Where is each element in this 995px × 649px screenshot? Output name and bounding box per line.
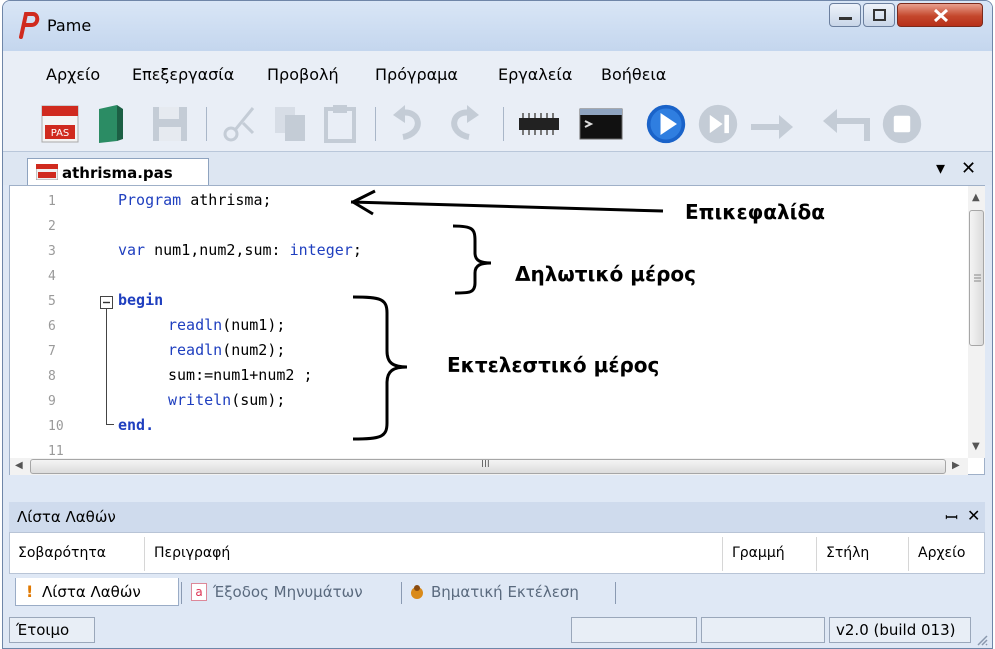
bug-icon xyxy=(411,585,423,599)
tab-step-execution[interactable]: Βηματική Εκτέλεση xyxy=(407,578,613,606)
declarative-brace xyxy=(452,224,492,295)
panel-close-icon[interactable]: ✕ xyxy=(967,506,980,525)
column-severity[interactable]: Σοβαρότητα xyxy=(18,545,106,561)
tab-error-list-label: Λίστα Λαθών xyxy=(42,583,141,601)
resize-grip-icon[interactable] xyxy=(975,633,989,647)
column-line[interactable]: Γραμμή xyxy=(732,545,785,561)
column-description[interactable]: Περιγραφή xyxy=(154,545,230,561)
column-separator xyxy=(816,537,817,571)
column-file[interactable]: Αρχείο xyxy=(918,545,965,561)
annotation-heading: Επικεφαλίδα xyxy=(685,200,825,224)
heading-arrow xyxy=(350,189,664,216)
annotation-executive: Εκτελεστικό μέρος xyxy=(447,353,660,377)
error-panel-header: Λίστα Λαθών ꟷ ✕ xyxy=(9,502,985,532)
tab-separator xyxy=(615,582,616,604)
tab-message-output[interactable]: a Έξοδος Μηνυμάτων xyxy=(187,578,397,606)
tab-step-execution-label: Βηματική Εκτέλεση xyxy=(431,583,579,601)
bottom-panel-tabs: ! Λίστα Λαθών a Έξοδος Μηνυμάτων Βηματικ… xyxy=(9,576,985,608)
status-ready: Έτοιμο xyxy=(9,617,95,643)
main-window: Pame Αρχείο Επεξεργασία Προβολή Πρόγραμα… xyxy=(2,0,993,649)
pin-icon[interactable]: ꟷ xyxy=(945,506,958,528)
column-separator xyxy=(722,537,723,571)
column-separator xyxy=(908,537,909,571)
status-bar: Έτοιμο v2.0 (build 013) xyxy=(3,609,992,648)
tab-message-output-label: Έξοδος Μηνυμάτων xyxy=(213,583,363,601)
status-cell-empty xyxy=(701,617,825,643)
column-column[interactable]: Στήλη xyxy=(826,545,869,561)
status-version: v2.0 (build 013) xyxy=(829,617,971,643)
tab-error-list[interactable]: ! Λίστα Λαθών xyxy=(15,578,179,606)
tab-separator xyxy=(401,582,402,604)
tab-separator xyxy=(181,582,182,604)
error-list-table: Σοβαρότητα Περιγραφή Γραμμή Στήλη Αρχείο xyxy=(9,532,985,574)
column-separator xyxy=(144,537,145,571)
annotation-declarative: Δηλωτικό μέρος xyxy=(515,262,696,286)
executive-brace xyxy=(352,295,408,441)
output-icon: a xyxy=(191,583,207,601)
error-panel-title: Λίστα Λαθών xyxy=(17,508,116,526)
status-cell-empty xyxy=(571,617,697,643)
warning-icon: ! xyxy=(26,582,34,601)
